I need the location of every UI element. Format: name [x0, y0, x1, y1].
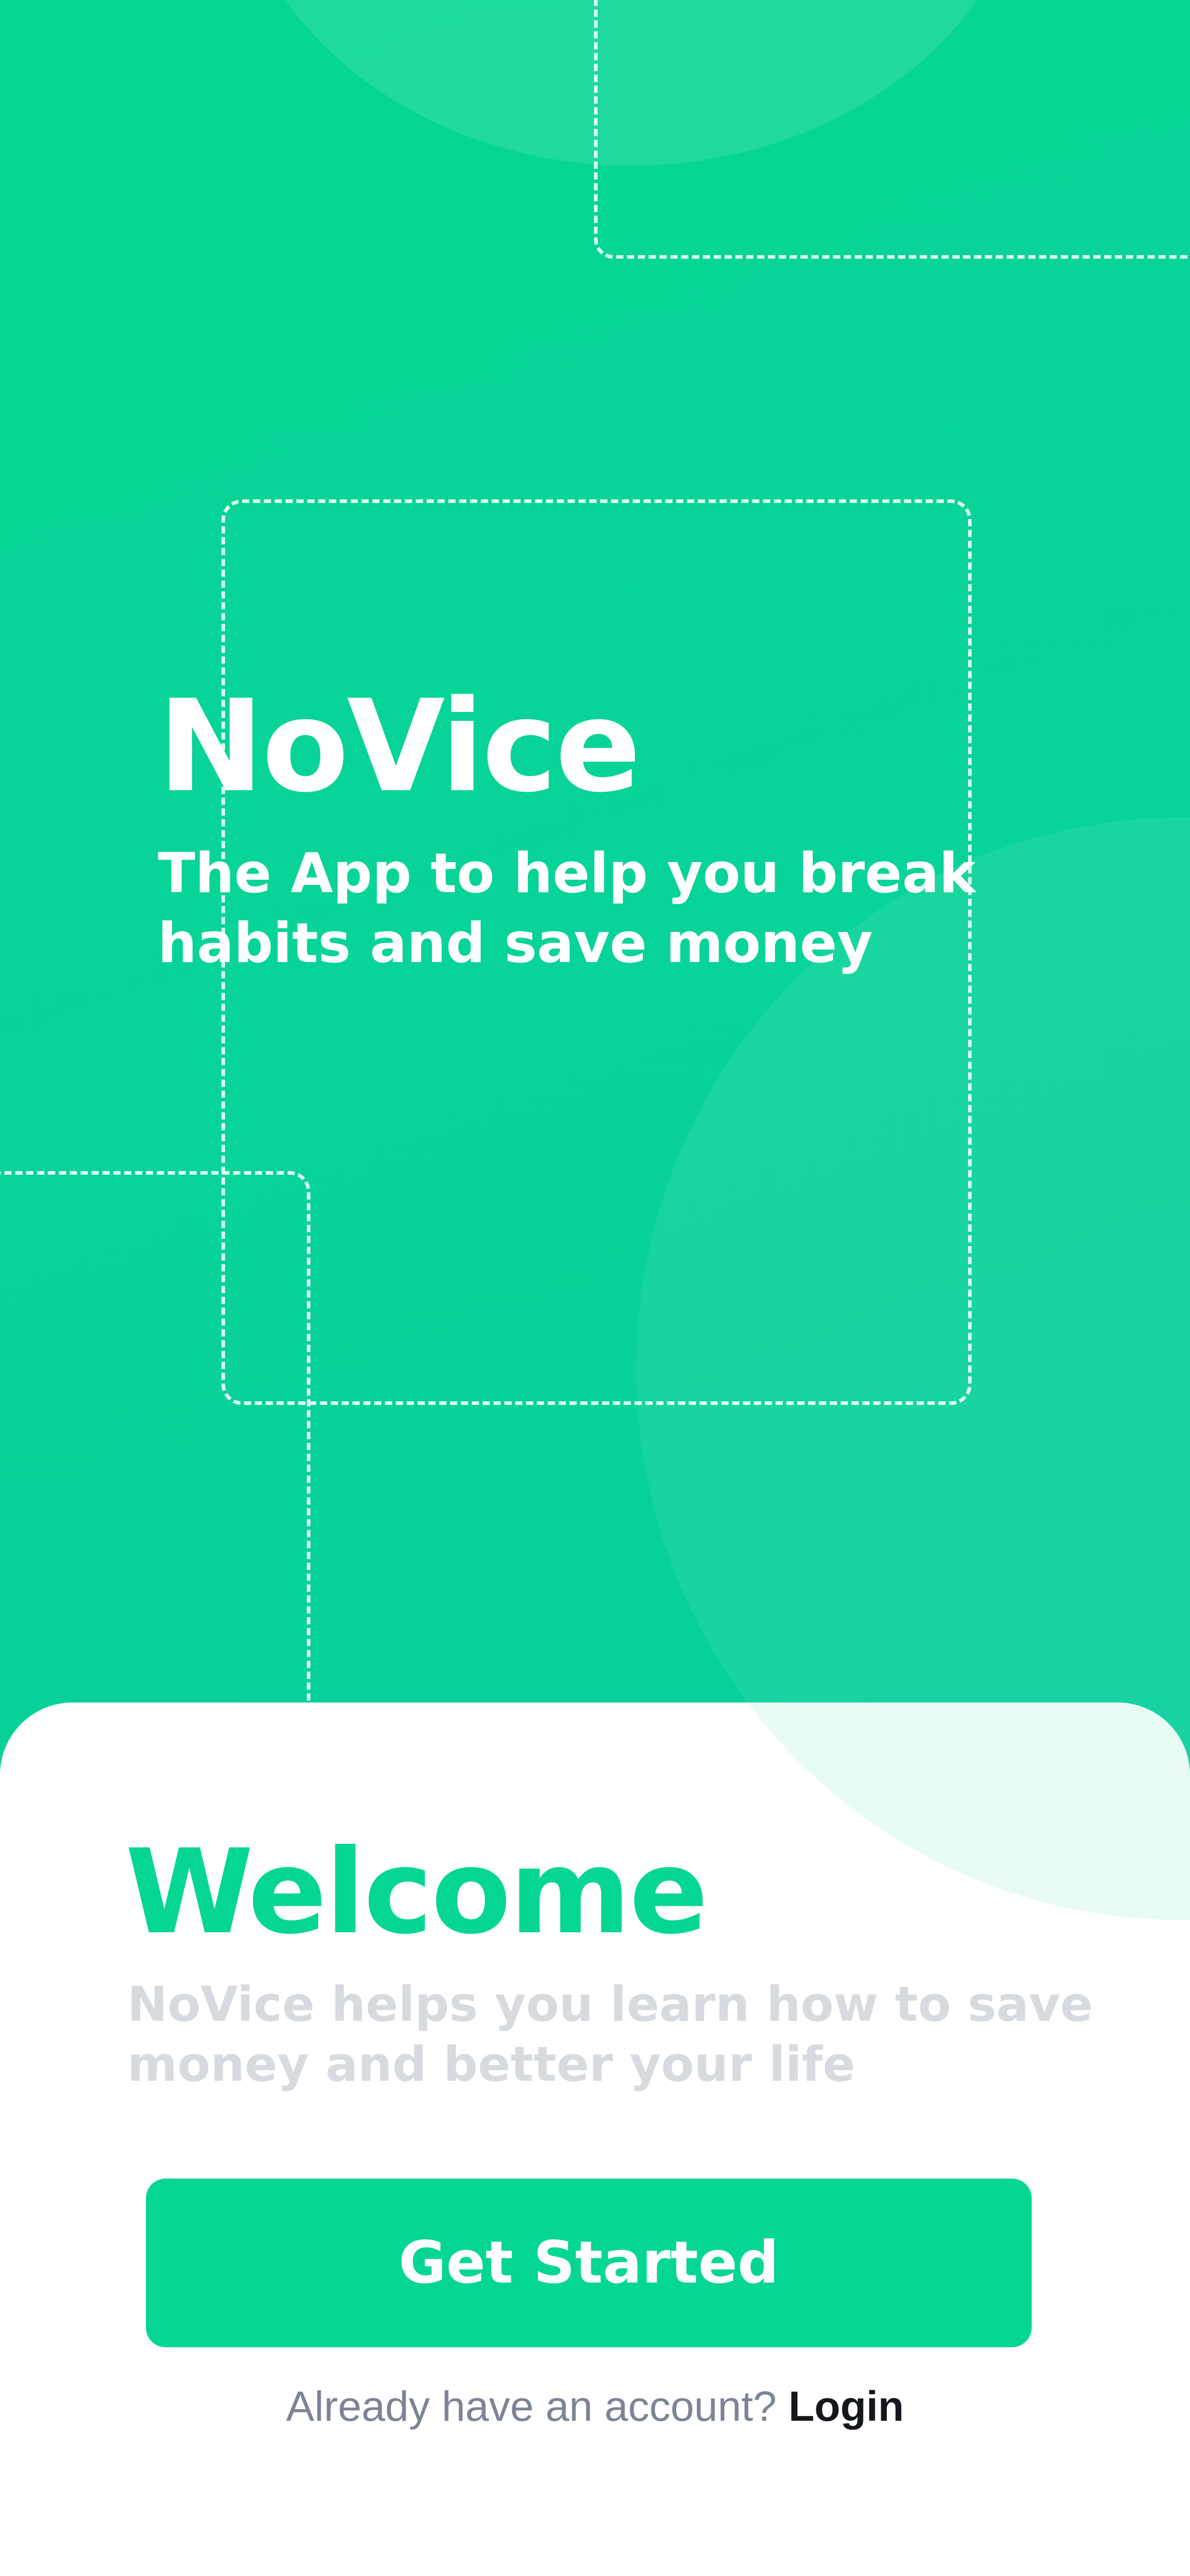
- decorative-circle-sheet: [636, 1702, 1190, 1920]
- app-tagline: The App to help you break habits and sav…: [158, 841, 976, 975]
- login-link[interactable]: Login: [789, 2383, 904, 2430]
- get-started-button[interactable]: Get Started: [146, 2179, 1032, 2347]
- app-title: NoVice: [158, 673, 641, 820]
- welcome-sheet: Welcome NoVice helps you learn how to sa…: [0, 1702, 1190, 2576]
- welcome-description: NoVice helps you learn how to save money…: [127, 1976, 1093, 2092]
- login-row: Already have an account? Login: [0, 2386, 1190, 2428]
- dashed-frame-top: [594, 0, 1190, 259]
- dashed-frame-left: [0, 1171, 310, 1792]
- welcome-title: Welcome: [125, 1825, 708, 1960]
- login-prompt-text: Already have an account?: [286, 2383, 777, 2430]
